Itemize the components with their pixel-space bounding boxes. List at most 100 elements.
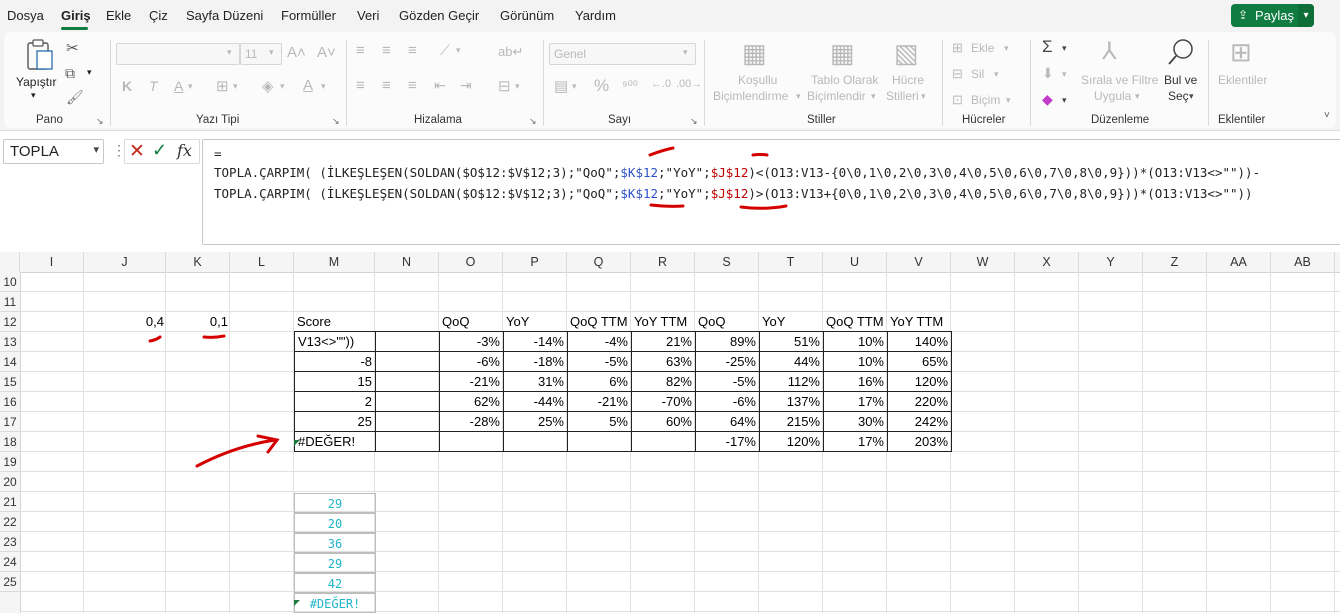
column-label-cell[interactable]: YoY [759,312,824,332]
table-cell[interactable]: 242% [887,411,952,432]
column-label-cell[interactable]: YoY TTM [887,312,952,332]
increase-font-icon[interactable]: A˄ [287,44,306,61]
menu-draw[interactable]: Çiz [149,8,168,23]
row-header-21[interactable]: 21 [0,492,20,512]
table-cell[interactable]: 120% [759,431,824,452]
wrap-text-icon[interactable]: ab↵ [498,44,523,60]
table-cell[interactable]: 64% [695,411,760,432]
find-select-icon[interactable] [1166,37,1196,67]
menu-home[interactable]: Giriş [61,8,91,23]
orientation-icon[interactable]: ⟋ [440,42,450,59]
conditional-formatting-label-1[interactable]: Koşullu [738,73,777,87]
align-center-icon[interactable]: ≡ [382,77,391,94]
format-as-table-chevron-icon[interactable]: ▾ [871,91,876,102]
collapse-ribbon-icon[interactable]: ˅ [1324,110,1330,121]
table-cell[interactable]: 16% [823,371,888,392]
formula-input[interactable]: = TOPLA.ÇARPIM( (İLKEŞLEŞEN(SOLDAN($O$12… [202,139,1340,245]
cell-styles-label-1[interactable]: Hücre [892,73,924,87]
find-select-chevron-icon[interactable]: ▾ [1189,91,1194,102]
column-header-w[interactable]: W [951,252,1015,272]
table-cell[interactable]: -3% [439,331,504,352]
orientation-chevron-icon[interactable]: ▾ [456,45,461,56]
select-all-corner[interactable] [0,252,20,272]
column-label-cell[interactable]: YoY [503,312,568,332]
addins-icon[interactable]: ⊞ [1230,37,1252,68]
delete-chevron-icon[interactable]: ▾ [994,69,999,80]
cell-m12[interactable]: Score [294,312,376,332]
comma-style-icon[interactable]: ⁹⁰⁰ [622,78,638,94]
table-cell[interactable] [503,431,568,452]
copy-chevron-icon[interactable]: ▾ [87,67,92,78]
table-cell[interactable]: -5% [567,351,632,372]
paste-button[interactable]: Yapıştır [16,75,56,89]
table-cell[interactable]: 120% [887,371,952,392]
column-header-ab[interactable]: AB [1271,252,1335,272]
number-launcher-icon[interactable]: ↘ [690,116,698,127]
row-header-15[interactable]: 15 [0,372,20,392]
underline-chevron-icon[interactable]: ▾ [188,81,193,92]
menu-view[interactable]: Görünüm [500,8,554,23]
table-cell[interactable]: 17% [823,431,888,452]
conditional-chevron-icon[interactable]: ▾ [796,91,801,102]
name-box[interactable]: TOPLA ▾ [3,139,104,164]
table-cell[interactable]: 5% [567,411,632,432]
table-cell[interactable]: 140% [887,331,952,352]
clipboard-launcher-icon[interactable]: ↘ [96,116,104,127]
percent-style-icon[interactable]: % [594,76,609,96]
table-cell[interactable]: 44% [759,351,824,372]
menu-insert[interactable]: Ekle [106,8,131,23]
column-header-z[interactable]: Z [1143,252,1207,272]
row-header-11[interactable]: 11 [0,292,20,312]
row-header-24[interactable]: 24 [0,552,20,572]
format-painter-icon[interactable]: 🖌 [66,89,84,106]
error-indicator-icon[interactable] [294,600,300,606]
autosum-chevron-icon[interactable]: ▾ [1062,43,1067,54]
table-cell[interactable]: 51% [759,331,824,352]
table-cell[interactable]: -5% [695,371,760,392]
insert-function-icon[interactable]: fx [177,141,192,160]
find-select-label-1[interactable]: Bul ve [1164,73,1197,87]
cell-m26[interactable]: #DEĞER! [294,593,376,613]
table-cell[interactable]: -70% [631,391,696,412]
cell-styles-icon[interactable]: ▧ [894,38,919,69]
row-header-25[interactable]: 25 [0,572,20,592]
italic-icon[interactable]: T [149,78,158,94]
cut-icon[interactable]: ✂ [66,39,79,57]
column-header-x[interactable]: X [1015,252,1079,272]
increase-indent-icon[interactable]: ⇥ [460,77,472,94]
table-cell[interactable]: -6% [439,351,504,372]
decrease-indent-icon[interactable]: ⇤ [434,77,446,94]
align-middle-icon[interactable]: ≡ [382,42,391,59]
menu-file[interactable]: Dosya [7,8,44,23]
clear-chevron-icon[interactable]: ▾ [1062,95,1067,106]
increase-decimal-icon[interactable]: ←.0 [651,78,671,90]
score-cell[interactable]: 15 [294,371,376,392]
align-right-icon[interactable]: ≡ [408,77,417,94]
cell-m23[interactable]: 36 [294,533,376,553]
column-header-m[interactable]: M [294,252,375,272]
format-as-table-label-1[interactable]: Tablo Olarak [811,73,878,87]
row-header-18[interactable]: 18 [0,432,20,452]
column-header-n[interactable]: N [375,252,439,272]
format-as-table-icon[interactable]: ▦ [830,38,855,69]
table-cell[interactable]: -25% [695,351,760,372]
table-cell[interactable]: 89% [695,331,760,352]
column-header-aa[interactable]: AA [1207,252,1271,272]
table-cell[interactable]: 65% [887,351,952,372]
column-header-k[interactable]: K [166,252,230,272]
error-indicator-icon[interactable] [294,440,300,446]
sort-filter-label-1[interactable]: Sırala ve Filtre [1081,73,1158,87]
row-header-13[interactable]: 13 [0,332,20,352]
table-cell[interactable]: 220% [887,391,952,412]
delete-cells-button[interactable]: Sil [971,67,984,81]
column-header-i[interactable]: I [20,252,84,272]
table-cell[interactable]: 17% [823,391,888,412]
column-label-cell[interactable]: QoQ [439,312,504,332]
delete-cells-icon[interactable]: ⊟ [952,66,963,82]
cell-m22[interactable]: 20 [294,513,376,533]
row-header-20[interactable]: 20 [0,472,20,492]
format-cells-icon[interactable]: ⊡ [952,92,963,108]
font-color-chevron-icon[interactable]: ▾ [321,81,326,92]
menu-review[interactable]: Gözden Geçir [399,8,479,23]
table-cell[interactable]: -6% [695,391,760,412]
